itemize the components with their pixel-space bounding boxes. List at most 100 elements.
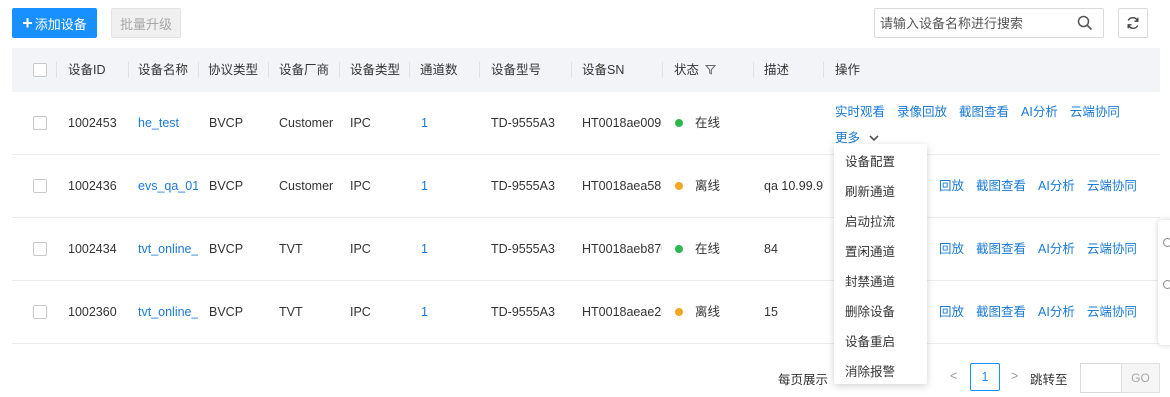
model: TD-9555A3 — [491, 116, 555, 130]
table-row: 1002453 he_test BVCP Customer IPC 1 TD-9… — [12, 92, 1160, 155]
protocol: BVCP — [209, 179, 244, 193]
ai-analysis-link[interactable]: AI分析 — [1038, 242, 1075, 256]
description: 15 — [764, 305, 778, 319]
col-vendor: 设备厂商 — [279, 63, 330, 77]
row-checkbox[interactable] — [33, 116, 47, 130]
col-description: 描述 — [764, 63, 790, 77]
ai-analysis-link[interactable]: AI分析 — [1021, 105, 1058, 119]
col-protocol: 协议类型 — [208, 63, 259, 77]
device-id: 1002436 — [68, 179, 117, 193]
vendor: TVT — [279, 242, 303, 256]
description: qa 10.99.97 — [764, 179, 824, 193]
row-checkbox[interactable] — [33, 305, 47, 319]
select-all-checkbox[interactable] — [33, 63, 47, 77]
side-floating-panel[interactable] — [1158, 220, 1170, 345]
device-id: 1002434 — [68, 242, 117, 256]
menu-item-ban-channels[interactable]: 封禁通道 — [845, 271, 895, 290]
status: 在线 — [675, 92, 755, 154]
channel-count-link[interactable]: 1 — [421, 218, 461, 280]
col-channels: 通道数 — [420, 63, 458, 77]
menu-item-idle-channels[interactable]: 置闲通道 — [845, 241, 895, 260]
ai-analysis-link[interactable]: AI分析 — [1038, 305, 1075, 319]
model: TD-9555A3 — [491, 242, 555, 256]
search-input[interactable] — [875, 10, 1070, 36]
vendor: Customer — [279, 116, 334, 130]
device-name-link[interactable]: tvt_online_l — [138, 218, 198, 280]
cloud-collab-link[interactable]: 云端协同 — [1070, 105, 1120, 119]
table-row: 1002434 tvt_online_l BVCP TVT IPC 1 TD-9… — [12, 218, 1160, 281]
prev-page-button[interactable]: < — [950, 369, 957, 383]
batch-upgrade-button[interactable]: 批量升级 — [111, 8, 181, 38]
batch-upgrade-label: 批量升级 — [119, 16, 172, 32]
filter-icon[interactable] — [704, 64, 716, 75]
per-page-label: 每页展示 — [778, 373, 829, 387]
col-device-id: 设备ID — [68, 63, 106, 77]
menu-item-delete-device[interactable]: 删除设备 — [845, 301, 895, 320]
device-name-link[interactable]: tvt_online_l — [138, 281, 198, 343]
device-name-link[interactable]: evs_qa_01 — [138, 155, 198, 217]
model: TD-9555A3 — [491, 305, 555, 319]
row-actions: 回放 截图查看 AI分析 云端协同 — [939, 218, 1149, 280]
add-device-label: 添加设备 — [34, 16, 87, 32]
channel-count-link[interactable]: 1 — [421, 92, 461, 154]
cloud-collab-link[interactable]: 云端协同 — [1087, 305, 1137, 319]
page-number-current[interactable]: 1 — [970, 363, 1000, 391]
online-dot-icon — [675, 119, 683, 127]
serial-number: HT0018ae0093 — [582, 116, 662, 130]
protocol: BVCP — [209, 242, 244, 256]
cloud-collab-link[interactable]: 云端协同 — [1087, 179, 1137, 193]
description: 84 — [764, 242, 778, 256]
device-name-link[interactable]: he_test — [138, 92, 198, 154]
ai-analysis-link[interactable]: AI分析 — [1038, 179, 1075, 193]
menu-item-clear-alarm[interactable]: 消除报警 — [845, 361, 895, 380]
status: 在线 — [675, 218, 755, 280]
menu-item-device-config[interactable]: 设备配置 — [845, 151, 895, 170]
col-status: 状态 — [674, 48, 716, 92]
playback-link[interactable]: 回放 — [939, 242, 964, 256]
search-box — [874, 8, 1104, 38]
serial-number: HT0018aeb870 — [582, 242, 662, 256]
vendor: Customer — [279, 179, 334, 193]
row-actions: 回放 截图查看 AI分析 云端协同 — [939, 155, 1149, 217]
snapshot-link[interactable]: 截图查看 — [976, 305, 1026, 319]
cloud-collab-link[interactable]: 云端协同 — [1087, 242, 1137, 256]
menu-item-refresh-channels[interactable]: 刷新通道 — [845, 181, 895, 200]
description — [764, 92, 824, 154]
vendor: TVT — [279, 305, 303, 319]
offline-dot-icon — [675, 308, 683, 316]
menu-item-restart-device[interactable]: 设备重启 — [845, 331, 895, 350]
status-text: 在线 — [695, 116, 721, 130]
status-text: 在线 — [695, 242, 721, 256]
chevron-down-icon — [868, 135, 879, 142]
search-icon[interactable] — [1077, 15, 1093, 31]
row-checkbox[interactable] — [33, 242, 47, 256]
device-type: IPC — [350, 242, 371, 256]
col-model: 设备型号 — [491, 63, 542, 77]
playback-link[interactable]: 录像回放 — [897, 105, 947, 119]
jump-page-input[interactable] — [1080, 363, 1122, 393]
snapshot-link[interactable]: 截图查看 — [976, 179, 1026, 193]
panel-dot-icon — [1163, 280, 1170, 289]
refresh-button[interactable] — [1118, 8, 1148, 38]
row-actions: 回放 截图查看 AI分析 云端协同 — [939, 281, 1149, 343]
add-device-button[interactable]: + 添加设备 — [12, 8, 97, 38]
col-device-name: 设备名称 — [138, 63, 189, 77]
next-page-button[interactable]: > — [1011, 369, 1018, 383]
row-checkbox[interactable] — [33, 179, 47, 193]
snapshot-link[interactable]: 截图查看 — [959, 105, 1009, 119]
playback-link[interactable]: 回放 — [939, 179, 964, 193]
more-actions-menu: 设备配置 刷新通道 启动拉流 置闲通道 封禁通道 删除设备 设备重启 消除报警 — [834, 144, 927, 384]
table-row: 1002360 tvt_online_l BVCP TVT IPC 1 TD-9… — [12, 281, 1160, 344]
status-text: 离线 — [695, 305, 721, 319]
col-sn: 设备SN — [582, 63, 625, 77]
status-text: 离线 — [695, 179, 721, 193]
channel-count-link[interactable]: 1 — [421, 281, 461, 343]
live-view-link[interactable]: 实时观看 — [835, 105, 885, 119]
go-button[interactable]: GO — [1121, 363, 1160, 393]
panel-dot-icon — [1163, 238, 1170, 247]
channel-count-link[interactable]: 1 — [421, 155, 461, 217]
col-status-label: 状态 — [674, 63, 700, 77]
menu-item-start-stream[interactable]: 启动拉流 — [845, 211, 895, 230]
snapshot-link[interactable]: 截图查看 — [976, 242, 1026, 256]
playback-link[interactable]: 回放 — [939, 305, 964, 319]
